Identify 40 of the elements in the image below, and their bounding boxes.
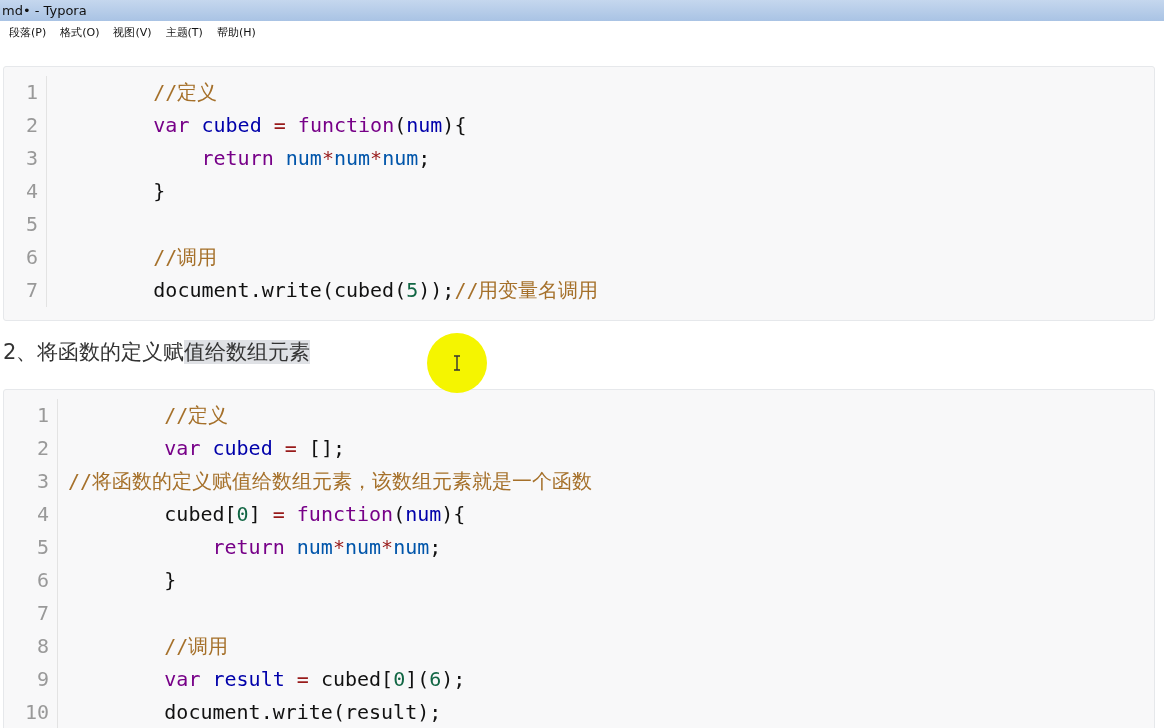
menu-item[interactable]: 段落(P) [9,24,47,40]
code-line: //将函数的定义赋值给数组元素，该数组元素就是一个函数 [68,469,593,493]
line-number: 1 [24,79,38,106]
line-number: 9 [35,666,49,693]
line-number: 7 [35,600,49,627]
line-number: 2 [24,112,38,139]
line-number: 4 [24,178,38,205]
code-line: } [153,179,166,203]
code-line: //定义 [153,80,218,104]
line-number: 6 [24,244,38,271]
line-number: 3 [24,145,38,172]
menu-item[interactable]: 视图(V) [113,24,152,40]
menu-item[interactable]: 格式(O) [60,24,100,40]
code-line: var cubed = function(num){ [153,113,467,137]
code-line: //定义 [164,403,229,427]
mouse-cursor-highlight-icon [426,332,488,394]
menu-item[interactable]: 主题(T) [165,24,203,40]
line-number: 7 [24,277,38,304]
code-line: } [164,568,177,592]
code-line: return num*num*num; [212,535,442,559]
code-line: document.write(result); [164,700,442,724]
code-line: var cubed = []; [164,436,345,460]
code-line: //调用 [164,634,229,658]
line-number: 3 [35,468,49,495]
line-number: 5 [35,534,49,561]
line-number: 1 [35,402,49,429]
code-line: document.write(cubed(5));//用变量名调用 [153,278,599,302]
line-number: 2 [35,435,49,462]
window-title: md• - Typora [2,3,87,18]
line-number: 10 [23,699,49,726]
code-line: //调用 [153,245,218,269]
section-heading: 2、将函数的定义赋值给数组元素 [3,339,312,366]
code-line: var result = cubed[0](6); [164,667,466,691]
line-number: 8 [35,633,49,660]
code-line: return num*num*num; [201,146,431,170]
line-number: 6 [35,567,49,594]
line-number: 4 [35,501,49,528]
code-line: cubed[0] = function(num){ [164,502,466,526]
menu-item[interactable]: 帮助(H) [216,24,256,40]
line-number: 5 [24,211,38,238]
